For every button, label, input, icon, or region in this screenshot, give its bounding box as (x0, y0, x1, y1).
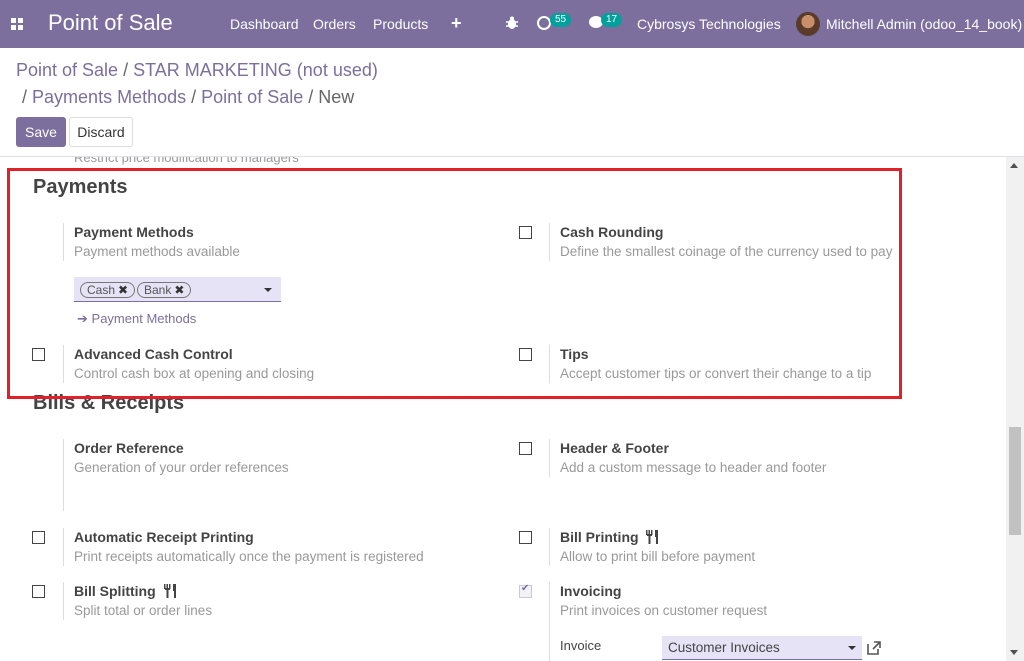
bill-printing-desc: Allow to print bill before payment (560, 549, 756, 564)
header-footer-checkbox[interactable] (519, 442, 532, 455)
cut-off-setting-desc: Restrict price modification to managers (74, 157, 299, 165)
auto-receipt-title: Automatic Receipt Printing (74, 529, 254, 545)
settings-content: Restrict price modification to managers … (0, 157, 1006, 661)
breadcrumb-star-marketing[interactable]: STAR MARKETING (not used) (133, 60, 378, 80)
menu-products[interactable]: Products (373, 16, 428, 32)
bill-splitting-checkbox[interactable] (32, 585, 45, 598)
setting-divider (549, 528, 550, 566)
save-button[interactable]: Save (16, 117, 66, 147)
breadcrumb-separator: / (123, 60, 129, 80)
discard-button[interactable]: Discard (69, 117, 133, 147)
menu-dashboard[interactable]: Dashboard (230, 16, 299, 32)
dropdown-caret-icon[interactable] (848, 646, 856, 650)
breadcrumb-line-1: Point of Sale / STAR MARKETING (not used… (16, 60, 378, 81)
invoicing-desc: Print invoices on customer request (560, 603, 768, 618)
auto-receipt-desc: Print receipts automatically once the pa… (74, 549, 424, 564)
breadcrumb-separator: / (191, 87, 197, 107)
order-reference-title: Order Reference (74, 440, 184, 456)
activity-clock-icon[interactable] (537, 16, 551, 30)
scroll-down-arrow-icon[interactable] (1010, 650, 1018, 655)
breadcrumb-payment-methods[interactable]: Payments Methods (32, 87, 186, 107)
bug-icon[interactable] (505, 16, 519, 30)
messages-count-badge: 17 (601, 13, 623, 27)
setting-divider (63, 582, 64, 620)
highlight-annotation-box (7, 168, 902, 399)
breadcrumb-line-2: / Payments Methods / Point of Sale / New (22, 87, 354, 108)
company-switcher[interactable]: Cybrosys Technologies (637, 16, 781, 32)
scrollbar-thumb[interactable] (1009, 427, 1021, 535)
bill-splitting-label: Bill Splitting (74, 583, 156, 599)
invoice-journal-select[interactable]: Customer Invoices (662, 636, 862, 660)
order-reference-desc: Generation of your order references (74, 460, 289, 475)
external-link-icon[interactable] (866, 640, 882, 656)
invoicing-title: Invoicing (560, 583, 622, 599)
top-navbar: Point of Sale Dashboard Orders Products … (0, 0, 1024, 48)
bill-printing-checkbox[interactable] (519, 531, 532, 544)
auto-receipt-checkbox[interactable] (32, 531, 45, 544)
app-title[interactable]: Point of Sale (48, 10, 173, 36)
plus-icon[interactable]: + (451, 14, 462, 32)
breadcrumb-current: New (318, 87, 355, 107)
setting-divider (63, 439, 64, 511)
scroll-up-arrow-icon[interactable] (1010, 163, 1018, 168)
invoicing-checkbox[interactable] (519, 583, 532, 598)
bill-printing-title: Bill Printing (560, 529, 659, 545)
setting-divider (549, 439, 550, 477)
invoice-journal-value: Customer Invoices (668, 640, 780, 655)
header-footer-desc: Add a custom message to header and foote… (560, 460, 827, 475)
restaurant-icon (646, 530, 659, 544)
activity-count-badge: 55 (550, 13, 572, 27)
setting-divider (549, 582, 550, 661)
invoice-journal-label: Invoice (560, 638, 602, 653)
breadcrumb-separator: / (22, 87, 28, 107)
breadcrumb-separator: / (308, 87, 314, 107)
breadcrumb-pos[interactable]: Point of Sale (16, 60, 118, 80)
bill-printing-label: Bill Printing (560, 529, 639, 545)
bill-splitting-desc: Split total or order lines (74, 603, 213, 618)
breadcrumb-pos-2[interactable]: Point of Sale (201, 87, 303, 107)
vertical-scrollbar[interactable] (1006, 157, 1024, 661)
apps-menu-icon[interactable] (11, 18, 23, 30)
restaurant-icon (163, 584, 176, 598)
menu-orders[interactable]: Orders (313, 16, 356, 32)
header-footer-title: Header & Footer (560, 440, 669, 456)
user-menu[interactable]: Mitchell Admin (odoo_14_book) (826, 16, 1022, 32)
bill-splitting-title: Bill Splitting (74, 583, 177, 599)
setting-divider (63, 528, 64, 566)
user-avatar[interactable] (796, 12, 820, 36)
